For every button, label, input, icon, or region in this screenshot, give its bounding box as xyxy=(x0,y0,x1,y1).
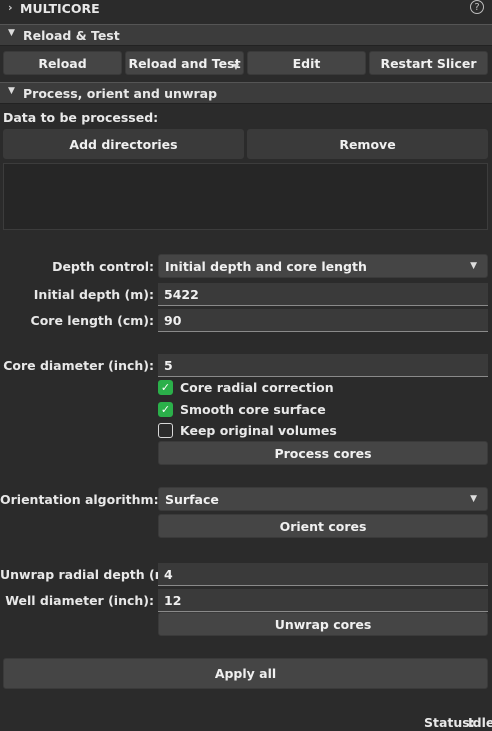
process-section-title: Process, orient and unwrap xyxy=(23,86,218,101)
process-section-header[interactable]: ▼ Process, orient and unwrap xyxy=(0,82,492,104)
dropdown-arrow-icon: ▼ xyxy=(470,261,477,271)
well-diameter-label: Well diameter (inch): xyxy=(5,593,154,608)
core-diameter-label: Core diameter (inch): xyxy=(3,358,154,373)
initial-depth-input[interactable]: 5422 xyxy=(158,283,488,306)
process-cores-button[interactable]: Process cores xyxy=(158,441,488,465)
core-diameter-input[interactable]: 5 xyxy=(158,354,488,377)
orient-cores-button[interactable]: Orient cores xyxy=(158,514,488,538)
orientation-algorithm-label: Orientation algorithm: xyxy=(0,492,159,507)
smooth-core-surface-checkbox[interactable]: ✓ xyxy=(158,402,173,417)
dropdown-arrow-icon: ▼ xyxy=(470,494,477,504)
unwrap-radial-depth-input[interactable]: 4 xyxy=(158,563,488,586)
data-to-process-label: Data to be processed: xyxy=(3,110,159,125)
triangle-down-icon: ▼ xyxy=(8,28,15,38)
remove-button[interactable]: Remove xyxy=(247,129,488,159)
reload-test-section-title: Reload & Test xyxy=(23,28,120,43)
chevron-right-icon[interactable]: › xyxy=(8,1,13,14)
apply-all-button[interactable]: Apply all xyxy=(3,658,488,689)
depth-control-select[interactable]: Initial depth and core length ▼ xyxy=(158,254,488,278)
core-radial-correction-label[interactable]: Core radial correction xyxy=(180,380,334,395)
initial-depth-label: Initial depth (m): xyxy=(33,287,154,302)
reload-test-section-header[interactable]: ▼ Reload & Test xyxy=(0,24,492,46)
well-diameter-input[interactable]: 12 xyxy=(158,589,488,612)
add-directories-button[interactable]: Add directories xyxy=(3,129,244,159)
unwrap-cores-button[interactable]: Unwrap cores xyxy=(158,612,488,636)
depth-control-label: Depth control: xyxy=(52,259,154,274)
menu-arrow-icon[interactable]: ▼ xyxy=(233,62,239,71)
edit-button[interactable]: Edit xyxy=(247,51,366,75)
keep-original-volumes-label[interactable]: Keep original volumes xyxy=(180,423,337,438)
triangle-down-icon: ▼ xyxy=(8,86,15,96)
orientation-algorithm-select[interactable]: Surface ▼ xyxy=(158,487,488,511)
reload-test-button-label: Reload and Test xyxy=(128,55,241,71)
unwrap-radial-depth-label: Unwrap radial depth (mm): xyxy=(0,567,192,582)
reload-button[interactable]: Reload xyxy=(3,51,122,75)
core-radial-correction-checkbox[interactable]: ✓ xyxy=(158,380,173,395)
restart-slicer-button[interactable]: Restart Slicer xyxy=(369,51,488,75)
module-title: MULTICORE xyxy=(20,1,100,16)
help-icon[interactable]: ? xyxy=(470,0,484,14)
core-length-input[interactable]: 90 xyxy=(158,309,488,332)
status-value: Idle xyxy=(468,715,492,730)
depth-control-value: Initial depth and core length xyxy=(165,258,367,274)
data-list[interactable] xyxy=(3,163,488,230)
core-length-label: Core length (cm): xyxy=(30,313,154,328)
orientation-algorithm-value: Surface xyxy=(165,491,219,507)
keep-original-volumes-checkbox[interactable] xyxy=(158,423,173,438)
reload-test-button[interactable]: Reload and Test ▼ xyxy=(125,51,244,75)
smooth-core-surface-label[interactable]: Smooth core surface xyxy=(180,402,326,417)
